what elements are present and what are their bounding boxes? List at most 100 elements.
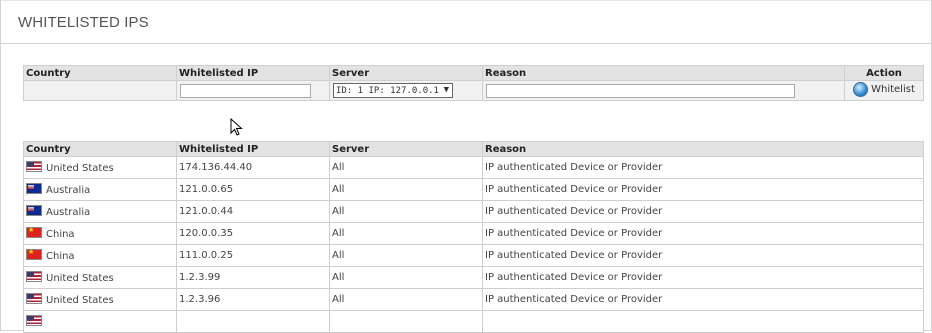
page-title: WHITELISTED IPS (18, 14, 149, 31)
row-ip-cell: 121.0.0.44 (176, 200, 330, 223)
row-reason-cell: IP authenticated Device or Provider (482, 178, 924, 201)
flag-icon (26, 271, 42, 282)
row-country-text: Australia (46, 207, 91, 218)
row-server-text: All (332, 250, 345, 261)
flag-icon (26, 293, 42, 304)
whitelist-button-label: Whitelist (871, 83, 915, 95)
flag-icon (26, 226, 42, 238)
table-row: China 111.0.0.25 All IP authenticated Devic… (23, 244, 924, 267)
row-reason-text: IP authenticated Device or Provider (485, 184, 663, 195)
row-server-text: All (332, 184, 345, 195)
row-reason-cell (482, 310, 924, 333)
row-reason-text: IP authenticated Device or Provider (485, 250, 663, 261)
list-header-row: Country Whitelisted IP Server Reason (23, 141, 924, 157)
add-whitelist-form: Country Whitelisted IP Server Reason Act… (23, 65, 924, 101)
row-server-text: All (332, 206, 345, 217)
form-header-ip: Whitelisted IP (176, 65, 330, 81)
row-reason-cell: IP authenticated Device or Provider (482, 244, 924, 267)
row-server-cell: All (329, 222, 483, 245)
row-server-cell (329, 310, 483, 333)
flag-icon (26, 161, 42, 172)
row-ip-cell: 121.0.0.65 (176, 178, 330, 201)
row-ip-cell: 1.2.3.99 (176, 266, 330, 289)
mouse-cursor-icon (230, 118, 243, 136)
row-server-cell: All (329, 178, 483, 201)
row-ip-text: 121.0.0.65 (179, 184, 234, 195)
form-header-server: Server (329, 65, 483, 81)
row-ip-cell: 1.2.3.96 (176, 288, 330, 311)
row-ip-text: 111.0.0.25 (179, 250, 234, 261)
row-country-text: United States (46, 295, 114, 306)
row-server-cell: All (329, 288, 483, 311)
row-server-cell: All (329, 200, 483, 223)
form-reason-cell (482, 80, 845, 101)
row-reason-text: IP authenticated Device or Provider (485, 272, 663, 283)
row-ip-text: 120.0.0.35 (179, 228, 234, 239)
flag-icon (26, 183, 42, 194)
table-row: United States 1.2.3.96 All IP authenticated… (23, 288, 924, 311)
form-header-row: Country Whitelisted IP Server Reason Act… (23, 65, 924, 81)
table-row (23, 310, 924, 333)
row-country-cell (23, 310, 177, 333)
row-server-cell: All (329, 244, 483, 267)
row-country-cell: United States (23, 156, 177, 179)
whitelisted-ips-table: Country Whitelisted IP Server Reason Uni… (23, 141, 924, 333)
row-reason-cell: IP authenticated Device or Provider (482, 222, 924, 245)
row-ip-cell: 174.136.44.40 (176, 156, 330, 179)
list-header-ip: Whitelisted IP (176, 141, 330, 157)
form-header-reason: Reason (482, 65, 845, 81)
flag-icon (26, 205, 42, 216)
list-header-server: Server (329, 141, 483, 157)
row-ip-cell: 111.0.0.25 (176, 244, 330, 267)
list-header-reason: Reason (482, 141, 924, 157)
row-server-text: All (332, 162, 345, 173)
row-reason-text: IP authenticated Device or Provider (485, 294, 663, 305)
row-reason-cell: IP authenticated Device or Provider (482, 288, 924, 311)
table-row: United States 1.2.3.99 All IP authenticated… (23, 266, 924, 289)
row-ip-text: 1.2.3.96 (179, 294, 221, 305)
reason-input[interactable] (486, 83, 795, 98)
table-row: China 120.0.0.35 All IP authenticated Devic… (23, 222, 924, 245)
form-server-cell: ID: 1 IP: 127.0.0.1 ▼ (329, 80, 483, 101)
row-ip-text: 1.2.3.99 (179, 272, 221, 283)
row-country-text: China (46, 251, 75, 262)
row-server-text: All (332, 272, 345, 283)
row-reason-text: IP authenticated Device or Provider (485, 228, 663, 239)
row-ip-cell: 120.0.0.35 (176, 222, 330, 245)
row-reason-cell: IP authenticated Device or Provider (482, 156, 924, 179)
list-rows: United States 174.136.44.40 All IP authenti… (23, 156, 924, 333)
flag-icon (26, 248, 42, 260)
row-country-cell: United States (23, 288, 177, 311)
row-country-text: China (46, 229, 75, 240)
form-action-cell: Whitelist (844, 80, 924, 101)
form-header-action: Action (844, 65, 924, 81)
row-reason-cell: IP authenticated Device or Provider (482, 266, 924, 289)
globe-icon (853, 81, 869, 97)
whitelist-button[interactable]: Whitelist (853, 81, 915, 97)
row-ip-text: 121.0.0.44 (179, 206, 234, 217)
panel-top-border (1, 0, 931, 1)
form-input-row: ID: 1 IP: 127.0.0.1 ▼ Whitelist (23, 80, 924, 101)
row-reason-cell: IP authenticated Device or Provider (482, 200, 924, 223)
row-country-cell: United States (23, 266, 177, 289)
list-header-country: Country (23, 141, 177, 157)
chevron-down-icon: ▼ (443, 85, 449, 95)
row-country-cell: China (23, 244, 177, 267)
row-country-cell: Australia (23, 200, 177, 223)
whitelisted-ip-input[interactable] (180, 83, 311, 98)
server-select[interactable]: ID: 1 IP: 127.0.0.1 ▼ (333, 83, 453, 98)
row-country-cell: Australia (23, 178, 177, 201)
row-country-text: United States (46, 163, 114, 174)
row-country-cell: China (23, 222, 177, 245)
row-country-text: Australia (46, 185, 91, 196)
form-header-country: Country (23, 65, 177, 81)
row-server-text: All (332, 228, 345, 239)
row-ip-text: 174.136.44.40 (179, 162, 253, 173)
row-server-cell: All (329, 156, 483, 179)
table-row: Australia 121.0.0.65 All IP authenticated D… (23, 178, 924, 201)
form-country-cell (23, 80, 177, 101)
row-reason-text: IP authenticated Device or Provider (485, 206, 663, 217)
row-server-text: All (332, 294, 345, 305)
row-server-cell: All (329, 266, 483, 289)
form-ip-cell (176, 80, 330, 101)
